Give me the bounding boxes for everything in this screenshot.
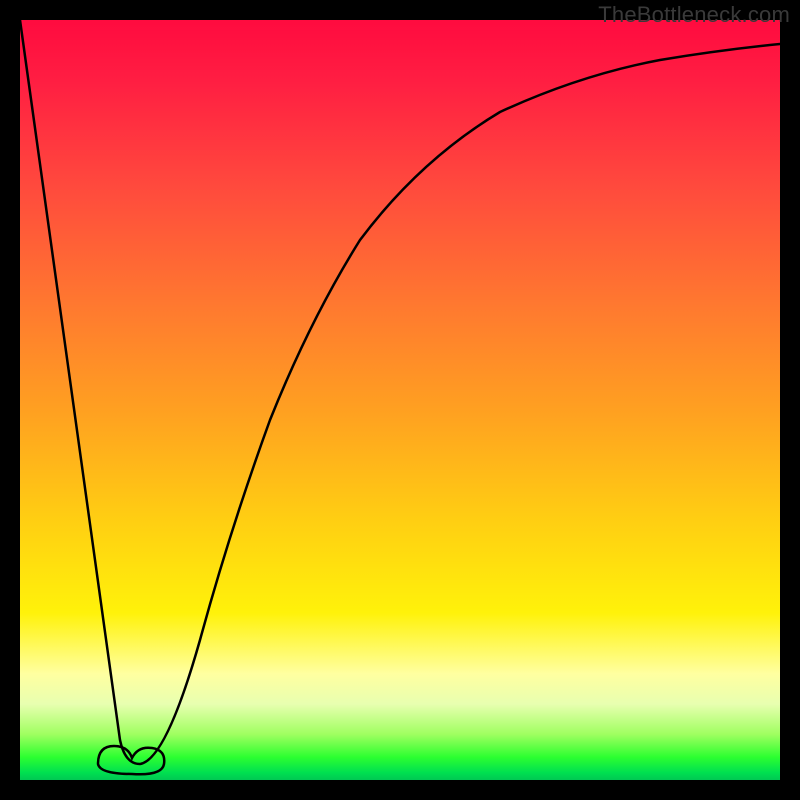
watermark-text: TheBottleneck.com [598, 2, 790, 28]
gradient-plot-area [20, 20, 780, 780]
bottleneck-curve [20, 20, 780, 764]
curve-layer [20, 20, 780, 780]
